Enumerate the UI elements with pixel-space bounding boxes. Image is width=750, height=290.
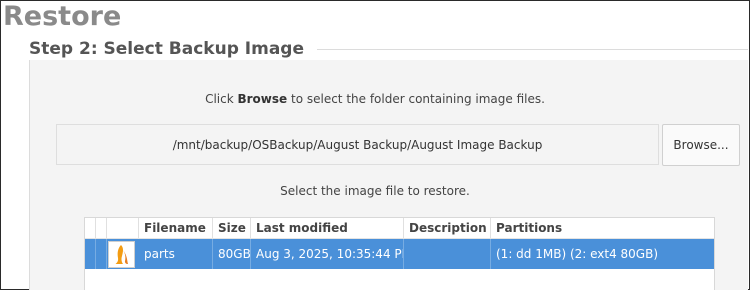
page-title: Restore xyxy=(3,1,122,32)
folder-path-text: /mnt/backup/OSBackup/August Backup/Augus… xyxy=(172,137,543,152)
header-marker-cell xyxy=(85,218,96,238)
header-icon-cell xyxy=(107,218,139,238)
cell-description xyxy=(404,239,491,269)
folder-instruction: Click Browse to select the folder contai… xyxy=(0,92,750,106)
row-marker-cell xyxy=(85,239,96,269)
browse-button[interactable]: Browse... xyxy=(662,124,740,166)
header-marker-cell xyxy=(96,218,107,238)
table-header: Filename Size Last modified Description … xyxy=(85,218,714,239)
folder-instruction-suffix: to select the folder containing image fi… xyxy=(287,92,545,106)
cell-last-modified: Aug 3, 2025, 10:35:44 PM xyxy=(251,239,404,269)
column-header-filename[interactable]: Filename xyxy=(139,218,213,238)
table-row[interactable]: parts 80GB Aug 3, 2025, 10:35:44 PM (1: … xyxy=(85,239,714,269)
column-header-size[interactable]: Size xyxy=(213,218,251,238)
folder-instruction-prefix: Click xyxy=(205,92,238,106)
column-header-last-modified[interactable]: Last modified xyxy=(251,218,404,238)
column-header-description[interactable]: Description xyxy=(404,218,491,238)
image-instruction: Select the image file to restore. xyxy=(280,184,470,198)
cell-filename: parts xyxy=(139,239,213,269)
folder-instruction-browse: Browse xyxy=(237,92,288,106)
disk-image-icon xyxy=(108,241,135,268)
cell-partitions: (1: dd 1MB) (2: ext4 80GB) xyxy=(496,247,659,261)
row-marker-cell xyxy=(96,239,107,269)
column-header-partitions[interactable]: Partitions xyxy=(491,218,714,238)
folder-path-field[interactable]: /mnt/backup/OSBackup/August Backup/Augus… xyxy=(56,124,659,165)
image-table: Filename Size Last modified Description … xyxy=(84,217,715,290)
cell-size: 80GB xyxy=(213,239,251,269)
step-title: Step 2: Select Backup Image xyxy=(29,39,304,59)
fieldset-border xyxy=(317,49,748,50)
